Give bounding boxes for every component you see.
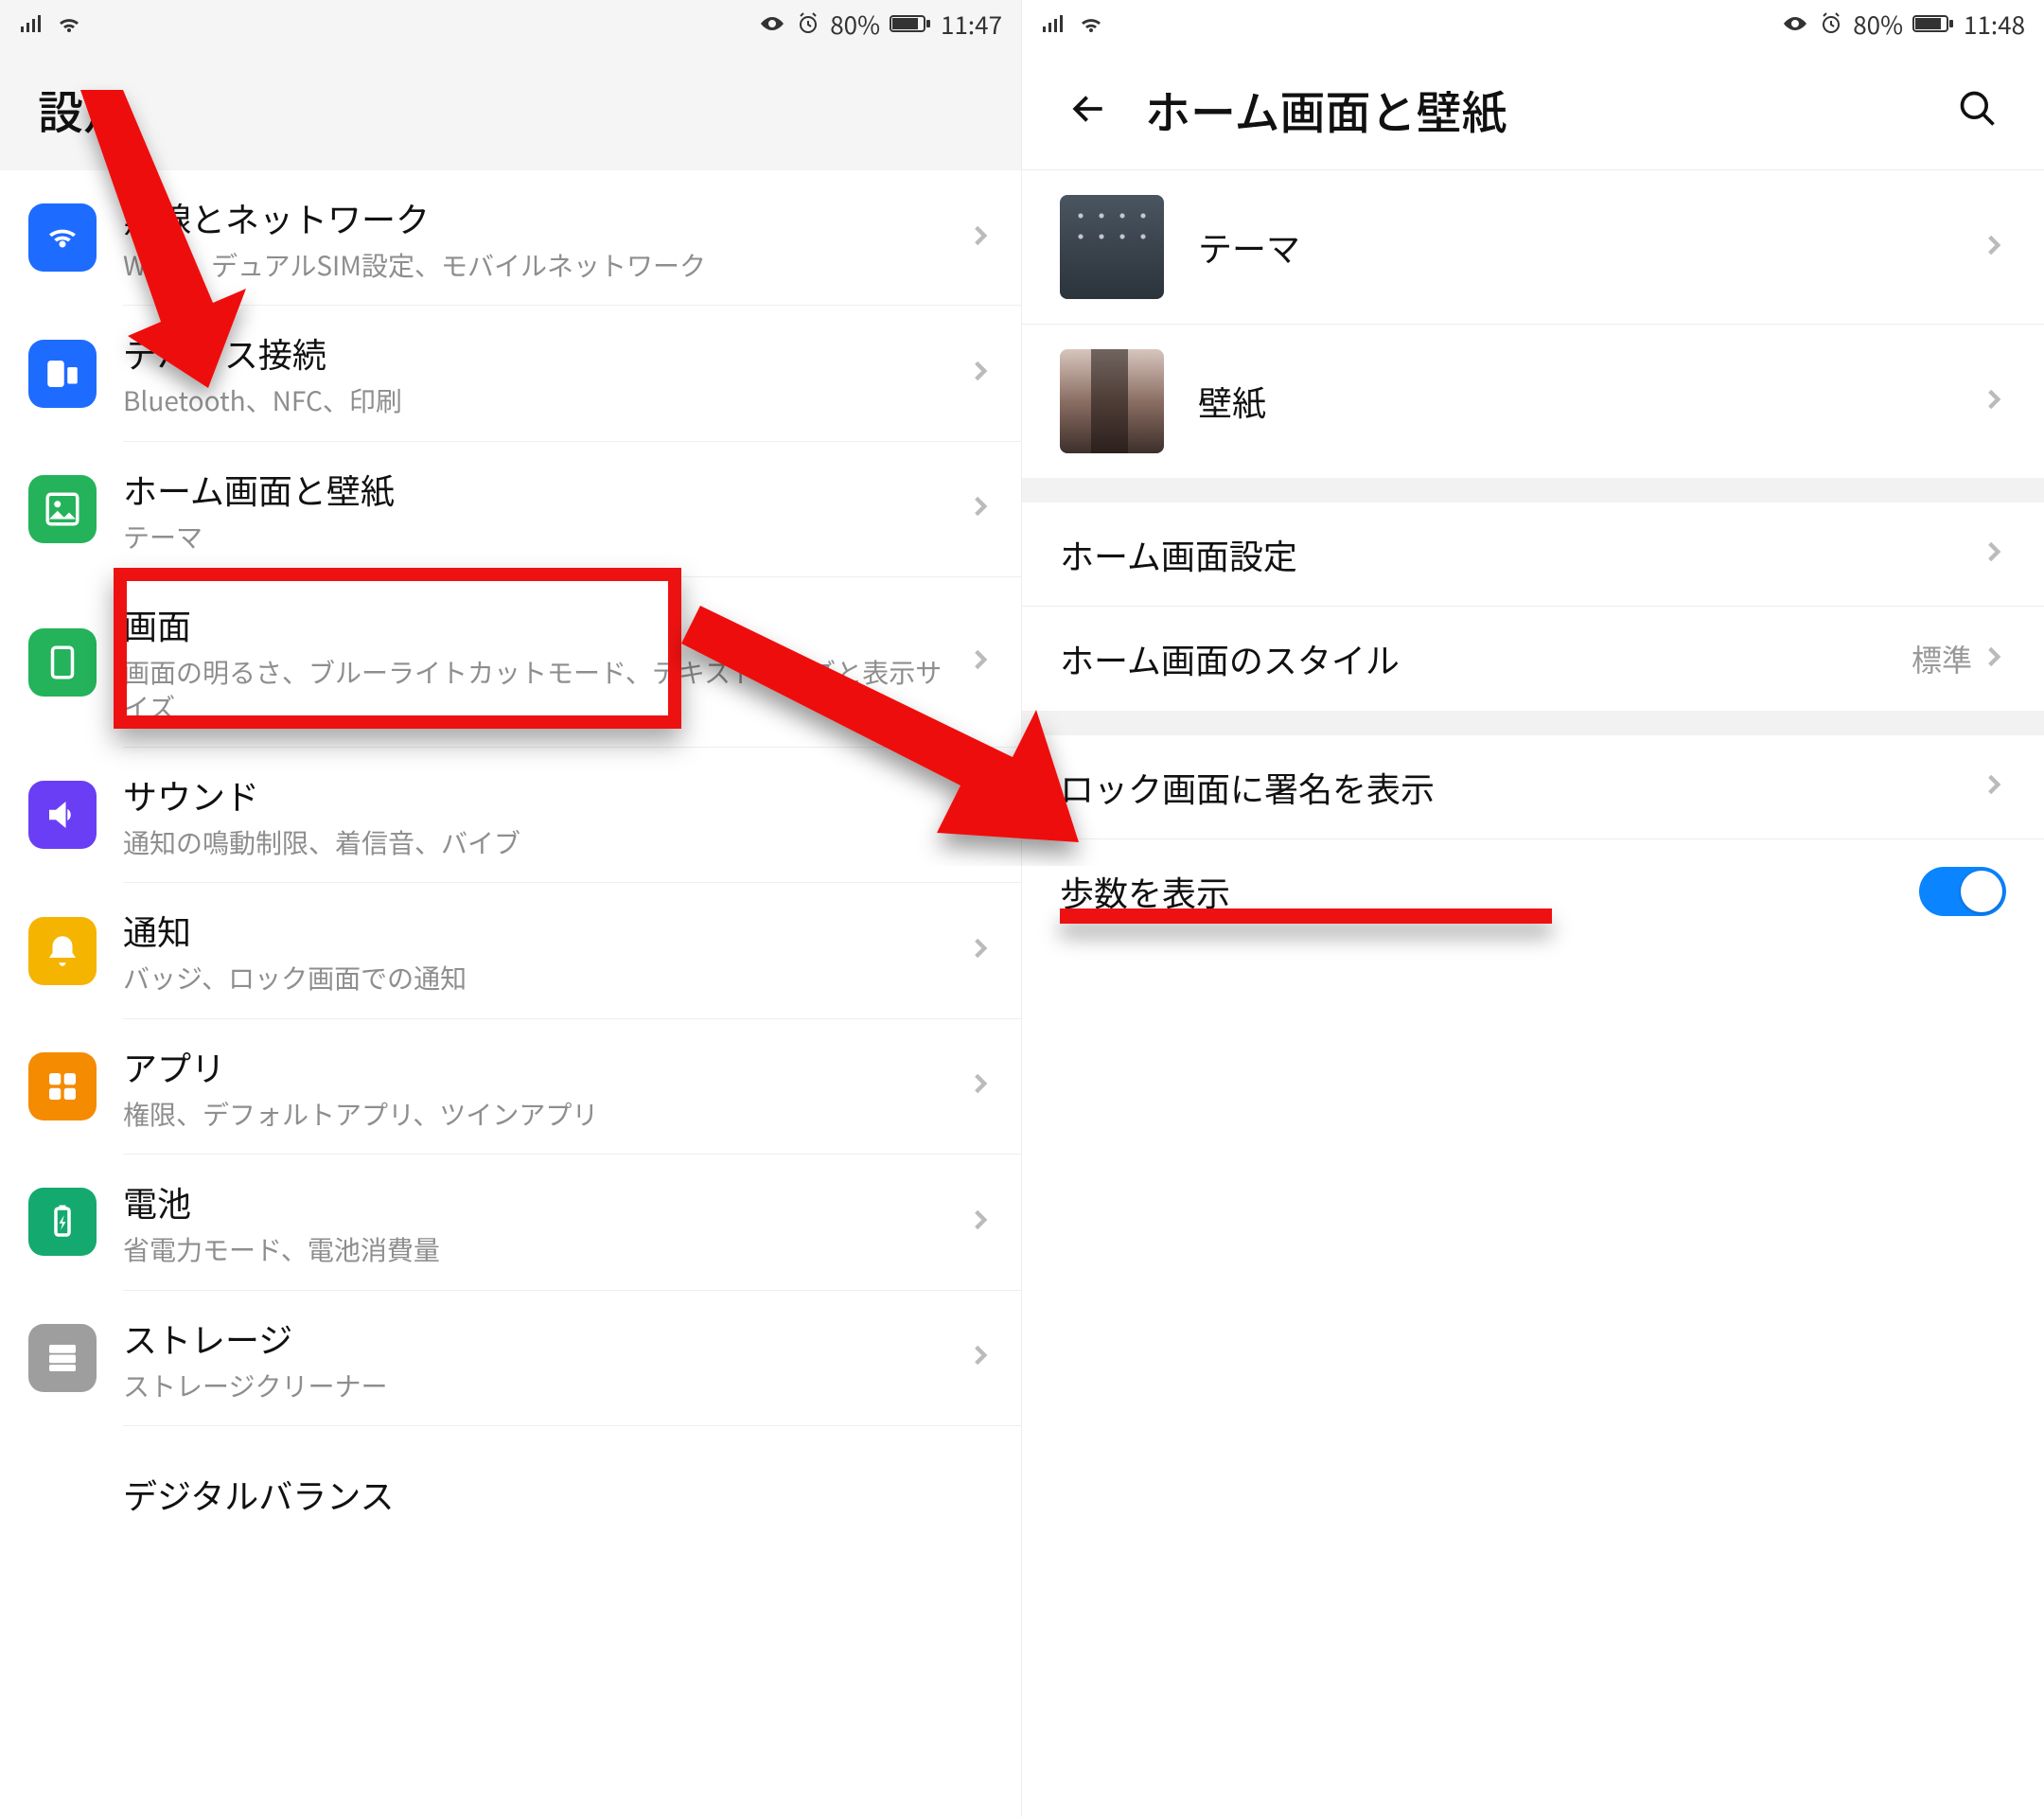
wifi-icon <box>1077 13 1105 34</box>
chevron-right-icon <box>968 494 993 523</box>
device-connect-icon <box>28 340 97 408</box>
chevron-right-icon <box>968 647 993 677</box>
search-button[interactable] <box>1949 80 2006 137</box>
battery-icon <box>890 13 931 34</box>
wifi-square-icon <box>28 203 97 272</box>
home-settings-row[interactable]: ホーム画面設定 <box>1022 503 2044 607</box>
home-style-value: 標準 <box>1912 637 1972 680</box>
sound-icon <box>28 781 97 849</box>
annotation-underline <box>1060 908 1552 924</box>
eye-icon <box>1781 13 1809 34</box>
settings-item-storage[interactable]: ストレージ ストレージクリーナー <box>0 1291 1021 1425</box>
section-divider <box>1022 478 2044 503</box>
alarm-icon <box>796 11 820 36</box>
chevron-right-icon <box>1982 387 2006 416</box>
steps-row[interactable]: 歩数を表示 <box>1022 839 2044 944</box>
chevron-right-icon <box>1982 772 2006 802</box>
steps-toggle[interactable] <box>1919 867 2006 916</box>
signal-icon <box>19 13 45 34</box>
apps-icon <box>28 1052 97 1120</box>
settings-list: 無線とネットワーク Wi-Fi、デュアルSIM設定、モバイルネットワーク デバイ… <box>0 170 1021 1540</box>
signal-icon <box>1041 13 1067 34</box>
chevron-right-icon <box>968 936 993 965</box>
clock-text: 11:47 <box>941 7 1002 42</box>
list-item-title: サウンド <box>123 770 968 820</box>
chevron-right-icon <box>968 359 993 388</box>
lock-signature-label: ロック画面に署名を表示 <box>1060 763 1982 812</box>
wallpaper-thumbnail <box>1060 349 1164 453</box>
chevron-right-icon <box>968 1071 993 1101</box>
list-item-title: ストレージ <box>123 1314 968 1363</box>
home-style-label: ホーム画面のスタイル <box>1060 634 1912 683</box>
theme-label: テーマ <box>1198 222 1982 272</box>
home-wallpaper-screen: 80% 11:48 ホーム画面と壁紙 テーマ 壁紙 ホーム画面設定 ホーム画面の… <box>1022 0 2044 1817</box>
alarm-icon <box>1819 11 1843 36</box>
settings-screen: 80% 11:47 設定 無線とネットワーク Wi-Fi、デュアルSIM設定、モ… <box>0 0 1022 1817</box>
settings-item-sound[interactable]: サウンド 通知の鳴動制限、着信音、バイブ <box>0 748 1021 882</box>
section-divider <box>1022 711 2044 735</box>
list-item-sub: バッジ、ロック画面での通知 <box>123 961 968 995</box>
chevron-right-icon <box>968 1208 993 1237</box>
chevron-right-icon <box>968 801 993 830</box>
back-button[interactable] <box>1060 80 1117 137</box>
list-item-sub: 省電力モード、電池消費量 <box>123 1232 968 1266</box>
image-icon <box>28 475 97 543</box>
annotation-highlight-rect <box>114 568 681 729</box>
lock-signature-row[interactable]: ロック画面に署名を表示 <box>1022 735 2044 839</box>
bell-icon <box>28 917 97 985</box>
list-item-sub: Bluetooth、NFC、印刷 <box>123 383 968 417</box>
settings-item-device-connect[interactable]: デバイス接続 Bluetooth、NFC、印刷 <box>0 306 1021 440</box>
list-item-sub: テーマ <box>123 520 968 554</box>
home-settings-label: ホーム画面設定 <box>1060 530 1982 579</box>
display-icon <box>28 628 97 697</box>
page-title: ホーム画面と壁紙 <box>1145 76 1507 142</box>
settings-item-home-wallpaper[interactable]: ホーム画面と壁紙 テーマ <box>0 442 1021 576</box>
chevron-right-icon <box>1982 233 2006 262</box>
eye-icon <box>758 13 786 34</box>
settings-item-notifications[interactable]: 通知 バッジ、ロック画面での通知 <box>0 883 1021 1017</box>
list-item-title: ホーム画面と壁紙 <box>123 465 968 514</box>
settings-header: 設定 <box>0 47 1021 170</box>
theme-row[interactable]: テーマ <box>1022 170 2044 325</box>
list-item-title: デジタルバランス <box>123 1470 993 1519</box>
wallpaper-row[interactable]: 壁紙 <box>1022 325 2044 478</box>
list-item-sub: 通知の鳴動制限、着信音、バイブ <box>123 825 968 859</box>
settings-item-apps[interactable]: アプリ 権限、デフォルトアプリ、ツインアプリ <box>0 1019 1021 1154</box>
list-item-sub: 権限、デフォルトアプリ、ツインアプリ <box>123 1097 968 1131</box>
list-item-title: デバイス接続 <box>123 328 968 378</box>
clock-text: 11:48 <box>1964 7 2025 42</box>
storage-icon <box>28 1324 97 1392</box>
status-bar: 80% 11:47 <box>0 0 1021 47</box>
page-title: 設定 <box>38 76 129 142</box>
list-item-sub: Wi-Fi、デュアルSIM設定、モバイルネットワーク <box>123 248 968 282</box>
wallpaper-label: 壁紙 <box>1198 377 1982 426</box>
battery-text: 80% <box>830 7 880 42</box>
settings-item-digital-balance[interactable]: デジタルバランス <box>0 1426 1021 1540</box>
chevron-right-icon <box>968 1343 993 1372</box>
wifi-icon <box>55 13 83 34</box>
chevron-right-icon <box>968 223 993 253</box>
list-item-title: 無線とネットワーク <box>123 193 968 242</box>
list-item-title: 通知 <box>123 906 968 955</box>
theme-thumbnail <box>1060 195 1164 299</box>
settings-item-battery[interactable]: 電池 省電力モード、電池消費量 <box>0 1155 1021 1289</box>
chevron-right-icon <box>1982 644 2006 674</box>
status-bar: 80% 11:48 <box>1022 0 2044 47</box>
chevron-right-icon <box>1982 539 2006 569</box>
battery-text: 80% <box>1853 7 1903 42</box>
list-item-sub: ストレージクリーナー <box>123 1368 968 1402</box>
settings-item-wireless[interactable]: 無線とネットワーク Wi-Fi、デュアルSIM設定、モバイルネットワーク <box>0 170 1021 305</box>
list-item-title: 電池 <box>123 1177 968 1226</box>
list-item-title: アプリ <box>123 1042 968 1091</box>
home-style-row[interactable]: ホーム画面のスタイル 標準 <box>1022 607 2044 711</box>
home-wallpaper-header: ホーム画面と壁紙 <box>1022 47 2044 170</box>
battery-icon <box>1912 13 1954 34</box>
battery-square-icon <box>28 1188 97 1256</box>
